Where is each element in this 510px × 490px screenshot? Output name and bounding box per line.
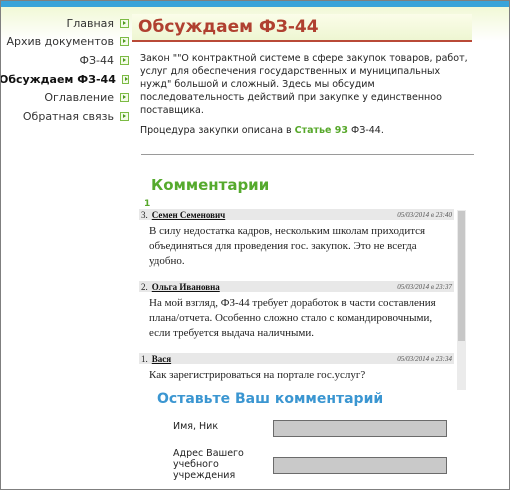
comment-author[interactable]: Семен Семенович [152,210,225,220]
comment-form-heading: Оставьте Ваш комментарий [157,391,384,407]
comment-text: На мой взгляд, ФЗ-44 требует доработок в… [149,297,436,339]
intro-text: Закон ""О контрактной системе в сфере за… [140,53,468,116]
browser-frame: Главная Архив документов ФЗ-44 Обсуждаем… [0,0,510,490]
arrow-bullet-icon [120,93,129,103]
comment-text: В силу недостатка кадров, нескольким шко… [149,225,426,267]
procedure-suffix: ФЗ-44. [348,125,384,136]
arrow-bullet-icon [121,74,129,84]
nav-item-contents[interactable]: Оглавление [1,88,129,107]
nav-item-label: Оглавление [44,91,114,105]
comment-date: 05/03/2014 в 23:34 [397,354,452,363]
comment-number: 2. [141,281,148,292]
comment-author[interactable]: Вася [152,354,171,364]
comment-date: 05/03/2014 в 23:37 [397,282,452,291]
name-input[interactable] [273,420,447,437]
comments-heading: Комментарии [151,176,270,194]
comment-item: 1. Вася 05/03/2014 в 23:34 Как зарегистри… [139,353,454,383]
nav-item-discussion[interactable]: Обсуждаем ФЗ-44 [0,70,129,89]
institution-input[interactable] [273,457,447,474]
comment-header: 1. Вася 05/03/2014 в 23:34 [139,353,454,364]
arrow-bullet-icon [120,111,129,121]
comment-text: Как зарегистрироваться на портале гос.ус… [149,369,366,381]
arrow-bullet-icon [120,55,129,65]
nav-item-label: Архив документов [6,35,114,49]
article-93-link[interactable]: Статье 93 [295,125,348,136]
nav-item-label: Обратная связь [22,109,114,123]
procedure-prefix: Процедура закупки описана в [140,125,295,136]
nav-item-label: ФЗ-44 [79,53,115,67]
nav-item-archive[interactable]: Архив документов [1,33,129,52]
sidebar-nav: Главная Архив документов ФЗ-44 Обсуждаем… [0,14,129,126]
comment-number: 3. [141,209,148,220]
page-title-bar: Обсуждаем ФЗ-44 [132,14,472,42]
nav-item-feedback[interactable]: Обратная связь [1,107,129,126]
comment-item: 2. Ольга Ивановна 05/03/2014 в 23:37 На м… [139,281,454,341]
comment-author[interactable]: Ольга Ивановна [152,282,220,292]
comment-header: 2. Ольга Ивановна 05/03/2014 в 23:37 [139,281,454,292]
institution-label: Адрес Вашего учебного учреждения [173,448,244,481]
comment-date: 05/03/2014 в 23:40 [397,210,452,219]
procedure-text: Процедура закупки описана в Статье 93 ФЗ… [140,125,472,136]
arrow-bullet-icon [120,18,129,28]
comments-list[interactable]: 3. Семен Семенович 05/03/2014 в 23:40 В с… [139,209,454,391]
comment-item: 3. Семен Семенович 05/03/2014 в 23:40 В с… [139,209,454,269]
nav-item-fz44[interactable]: ФЗ-44 [1,51,129,70]
divider [141,154,474,155]
comments-page-link[interactable]: 1 [144,199,150,209]
comment-number: 1. [141,353,148,364]
page-title: Обсуждаем ФЗ-44 [138,17,319,37]
arrow-bullet-icon [120,37,129,47]
main-content: Обсуждаем ФЗ-44 Закон ""О контрактной си… [132,14,472,136]
nav-item-label: Главная [66,16,114,30]
name-label: Имя, Ник [173,421,219,432]
comments-scrollbar[interactable] [457,210,466,390]
scrollbar-thumb[interactable] [458,211,465,341]
nav-item-label: Обсуждаем ФЗ-44 [0,72,116,86]
comment-header: 3. Семен Семенович 05/03/2014 в 23:40 [139,209,454,220]
nav-item-home[interactable]: Главная [1,14,129,33]
